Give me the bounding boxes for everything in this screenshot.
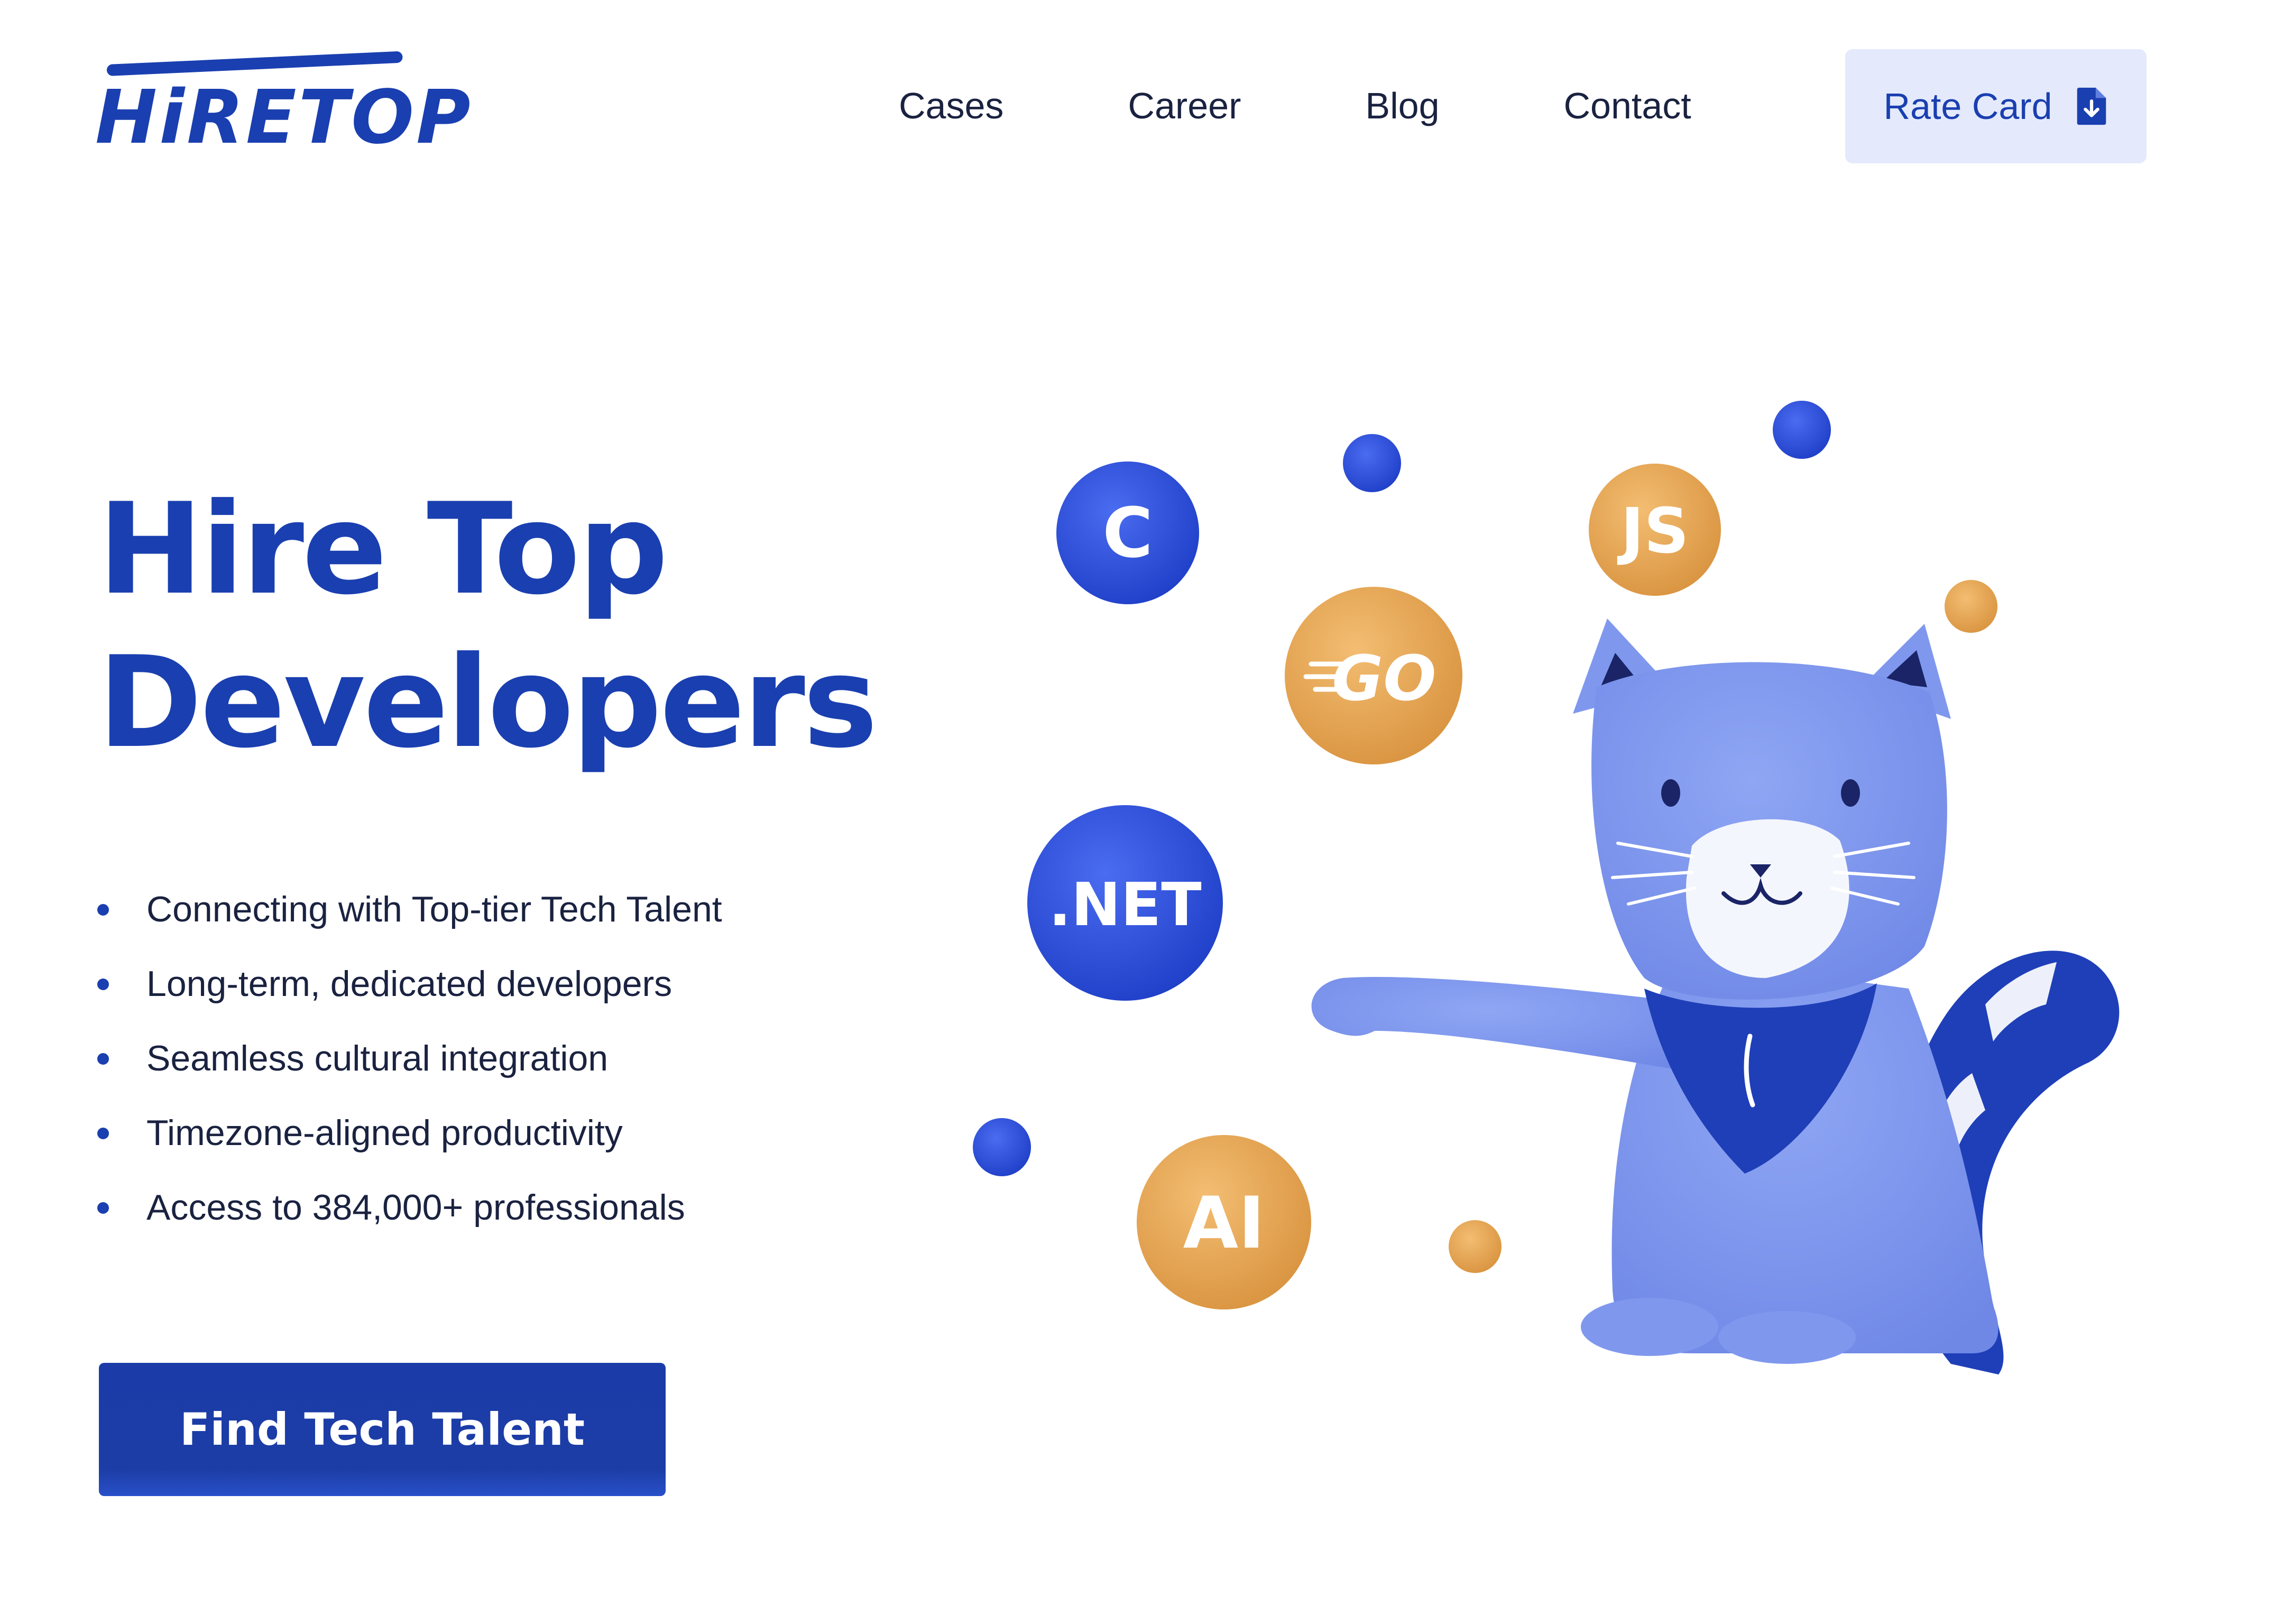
logo-wordmark: HiRETOP (95, 75, 473, 161)
js-language-bubble: JS (1589, 464, 1721, 596)
bullet-dot (97, 979, 109, 990)
nav-link-career[interactable]: Career (1128, 85, 1241, 127)
feature-item: Long-term, dedicated developers (95, 952, 722, 1027)
document-download-icon (2077, 87, 2106, 125)
feature-list: Connecting with Top-tier Tech Talent Lon… (95, 878, 722, 1250)
small-blue-dot (973, 1118, 1031, 1176)
c-language-bubble: C (1056, 462, 1199, 604)
hero-title: Hire Top Developers (98, 473, 878, 780)
logo-underline-bar (106, 51, 403, 76)
feature-text: Long-term, dedicated developers (146, 964, 673, 1004)
bullet-dot (97, 904, 109, 916)
feature-item: Seamless cultural integration (95, 1027, 722, 1101)
cat-back-paw (1581, 1298, 1718, 1356)
cat-front-paw (1718, 1311, 1856, 1364)
hero-title-line-1: Hire Top (98, 476, 668, 623)
svg-text:C: C (1102, 493, 1153, 573)
hero-title-line-2: Developers (98, 630, 878, 776)
landing-page: HiRETOP Cases Career Blog Contact Rate C… (0, 0, 2284, 1624)
bullet-dot (97, 1053, 109, 1065)
logo[interactable]: HiRETOP (95, 51, 471, 164)
feature-item: Access to 384,000+ professionals (95, 1176, 722, 1250)
find-tech-talent-button[interactable]: Find Tech Talent (99, 1363, 666, 1496)
cat-mascot-illustration: C JS GO .NET AI (973, 401, 2120, 1374)
small-blue-dot (1773, 401, 1831, 459)
feature-item: Connecting with Top-tier Tech Talent (95, 878, 722, 952)
feature-item: Timezone-aligned productivity (95, 1101, 722, 1176)
main-nav: Cases Career Blog Contact (899, 77, 1691, 135)
rate-card-label: Rate Card (1883, 86, 2052, 127)
cat-arm (1311, 977, 1702, 1073)
cat-eye (1841, 779, 1860, 807)
cat-eye (1661, 779, 1680, 807)
feature-text: Seamless cultural integration (146, 1038, 609, 1078)
nav-link-cases[interactable]: Cases (899, 85, 1003, 127)
dotnet-language-bubble: .NET (1027, 805, 1223, 1001)
svg-text:.NET: .NET (1048, 871, 1201, 939)
feature-text: Connecting with Top-tier Tech Talent (146, 889, 722, 929)
svg-text:JS: JS (1617, 494, 1689, 567)
small-blue-dot (1343, 434, 1401, 492)
bullet-dot (97, 1202, 109, 1214)
rate-card-button[interactable]: Rate Card (1845, 49, 2147, 163)
feature-text: Timezone-aligned productivity (146, 1113, 623, 1153)
nav-link-contact[interactable]: Contact (1564, 85, 1691, 127)
svg-text:GO: GO (1332, 642, 1436, 715)
feature-text: Access to 384,000+ professionals (146, 1187, 685, 1228)
bullet-dot (97, 1128, 109, 1139)
ai-bubble: AI (1137, 1135, 1311, 1309)
nav-link-blog[interactable]: Blog (1365, 85, 1439, 127)
small-orange-dot (1449, 1220, 1502, 1273)
small-orange-dot (1945, 580, 1997, 633)
hero-illustration: C JS GO .NET AI (941, 370, 2210, 1427)
go-language-bubble: GO (1285, 587, 1462, 764)
svg-text:AI: AI (1183, 1182, 1265, 1265)
